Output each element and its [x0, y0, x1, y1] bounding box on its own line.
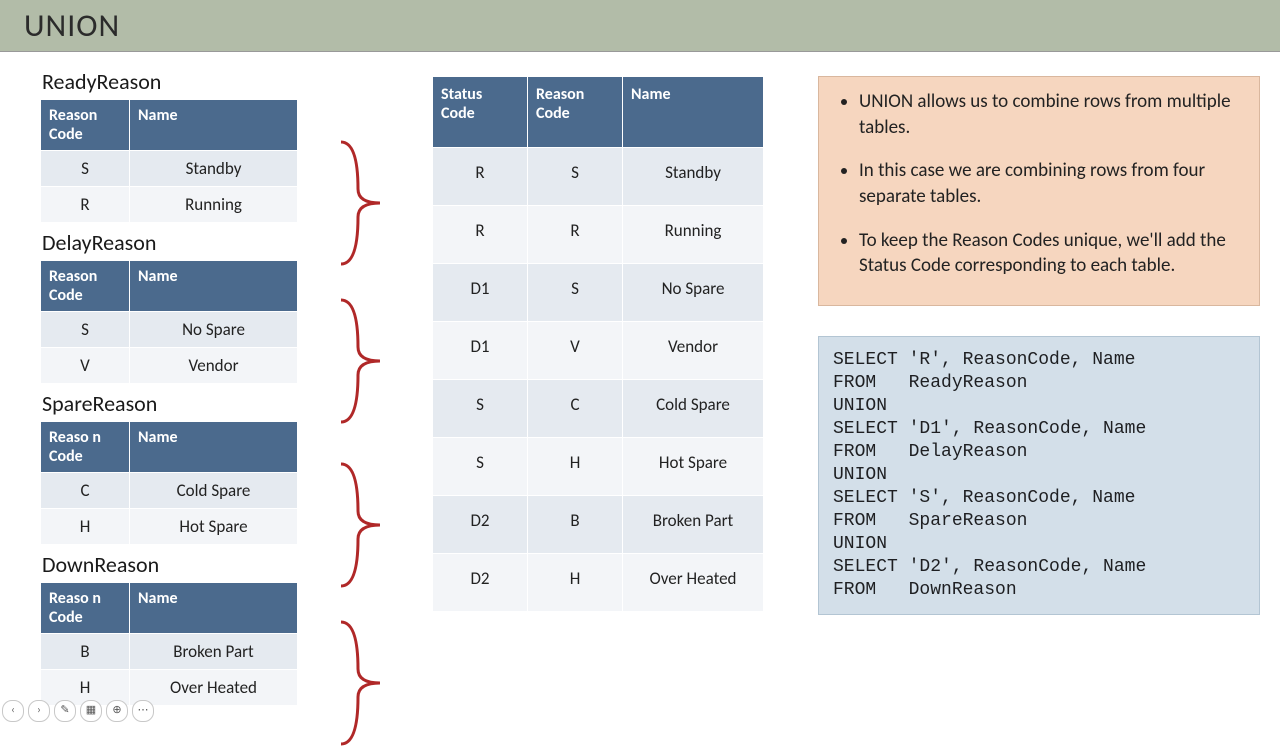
- curly-brace-icon: [336, 296, 386, 426]
- src-col-reason: Reaso n Code: [41, 422, 130, 473]
- cell-status: R: [433, 206, 528, 264]
- src-col-name: Name: [130, 261, 298, 312]
- page-title: UNION: [0, 0, 1280, 52]
- table-row: CCold Spare: [41, 473, 298, 509]
- cell-reason: C: [528, 380, 623, 438]
- cell-name: Broken Part: [623, 496, 764, 554]
- table-row: SCCold Spare: [433, 380, 764, 438]
- cell-status: R: [433, 148, 528, 206]
- source-table: Reason CodeNameSStandbyRRunning: [40, 99, 298, 223]
- result-col-name: Name: [623, 77, 764, 148]
- next-slide-button[interactable]: ›: [28, 700, 50, 722]
- presentation-toolbar: ‹ › ✎ ▦ ⊕ ⋯: [2, 700, 154, 722]
- cell-reason: S: [528, 264, 623, 322]
- cell-name: Vendor: [623, 322, 764, 380]
- source-table-title: DownReason: [42, 551, 320, 578]
- source-table: Reaso n CodeNameCCold SpareHHot Spare: [40, 421, 298, 545]
- curly-brace-icon: [336, 138, 386, 268]
- cell-name: Over Heated: [623, 554, 764, 612]
- cell-reason: S: [41, 151, 130, 187]
- curly-brace-icon: [336, 618, 386, 748]
- src-col-reason: Reason Code: [41, 261, 130, 312]
- pen-tool-button[interactable]: ✎: [54, 700, 76, 722]
- result-col-status: Status Code: [433, 77, 528, 148]
- cell-name: Hot Spare: [623, 438, 764, 496]
- table-row: SStandby: [41, 151, 298, 187]
- table-row: RRunning: [41, 187, 298, 223]
- cell-reason: S: [41, 312, 130, 348]
- source-table-title: DelayReason: [42, 229, 320, 256]
- cell-reason: R: [41, 187, 130, 223]
- cell-status: D2: [433, 496, 528, 554]
- cell-name: Broken Part: [130, 634, 298, 670]
- table-row: RSStandby: [433, 148, 764, 206]
- right-column: UNION allows us to combine rows from mul…: [818, 76, 1260, 615]
- cell-reason: S: [528, 148, 623, 206]
- result-table-container: Status Code Reason Code Name RSStandbyRR…: [432, 76, 764, 612]
- cell-name: Running: [623, 206, 764, 264]
- cell-reason: H: [528, 438, 623, 496]
- curly-brace-icon: [336, 460, 386, 590]
- table-row: VVendor: [41, 348, 298, 384]
- bullet-item: In this case we are combining rows from …: [859, 158, 1241, 209]
- cell-status: D1: [433, 322, 528, 380]
- cell-status: S: [433, 438, 528, 496]
- cell-name: Standby: [623, 148, 764, 206]
- cell-status: S: [433, 380, 528, 438]
- source-table-title: ReadyReason: [42, 68, 320, 95]
- prev-slide-button[interactable]: ‹: [2, 700, 24, 722]
- table-row: D2BBroken Part: [433, 496, 764, 554]
- table-row: D2HOver Heated: [433, 554, 764, 612]
- cell-reason: H: [528, 554, 623, 612]
- slide-show-button[interactable]: ▦: [80, 700, 102, 722]
- cell-reason: H: [41, 509, 130, 545]
- src-col-name: Name: [130, 422, 298, 473]
- bullet-item: To keep the Reason Codes unique, we'll a…: [859, 228, 1241, 279]
- cell-name: Over Heated: [130, 670, 298, 706]
- table-row: D1SNo Spare: [433, 264, 764, 322]
- cell-name: Standby: [130, 151, 298, 187]
- source-table: Reason CodeNameSNo SpareVVendor: [40, 260, 298, 384]
- table-row: D1VVendor: [433, 322, 764, 380]
- cell-name: Running: [130, 187, 298, 223]
- table-row: SHHot Spare: [433, 438, 764, 496]
- source-table: Reaso n CodeNameBBroken PartHOver Heated: [40, 582, 298, 706]
- src-col-name: Name: [130, 100, 298, 151]
- table-row: RRRunning: [433, 206, 764, 264]
- cell-name: Cold Spare: [130, 473, 298, 509]
- src-col-name: Name: [130, 583, 298, 634]
- cell-name: Cold Spare: [623, 380, 764, 438]
- cell-reason: C: [41, 473, 130, 509]
- source-tables-column: ReadyReasonReason CodeNameSStandbyRRunni…: [40, 62, 320, 706]
- cell-name: No Spare: [130, 312, 298, 348]
- cell-status: D1: [433, 264, 528, 322]
- cell-status: D2: [433, 554, 528, 612]
- cell-reason: B: [528, 496, 623, 554]
- src-col-reason: Reason Code: [41, 100, 130, 151]
- cell-reason: V: [528, 322, 623, 380]
- more-options-button[interactable]: ⋯: [132, 700, 154, 722]
- cell-reason: V: [41, 348, 130, 384]
- table-row: BBroken Part: [41, 634, 298, 670]
- table-row: SNo Spare: [41, 312, 298, 348]
- zoom-button[interactable]: ⊕: [106, 700, 128, 722]
- slide-canvas: ReadyReasonReason CodeNameSStandbyRRunni…: [0, 52, 1280, 724]
- cell-name: Hot Spare: [130, 509, 298, 545]
- table-row: HHot Spare: [41, 509, 298, 545]
- explanation-callout: UNION allows us to combine rows from mul…: [818, 76, 1260, 306]
- cell-reason: R: [528, 206, 623, 264]
- bullet-item: UNION allows us to combine rows from mul…: [859, 89, 1241, 140]
- result-table: Status Code Reason Code Name RSStandbyRR…: [432, 76, 764, 612]
- cell-name: No Spare: [623, 264, 764, 322]
- src-col-reason: Reaso n Code: [41, 583, 130, 634]
- sql-code-block: SELECT 'R', ReasonCode, Name FROM ReadyR…: [818, 336, 1260, 615]
- cell-name: Vendor: [130, 348, 298, 384]
- source-table-title: SpareReason: [42, 390, 320, 417]
- result-col-reason: Reason Code: [528, 77, 623, 148]
- cell-reason: B: [41, 634, 130, 670]
